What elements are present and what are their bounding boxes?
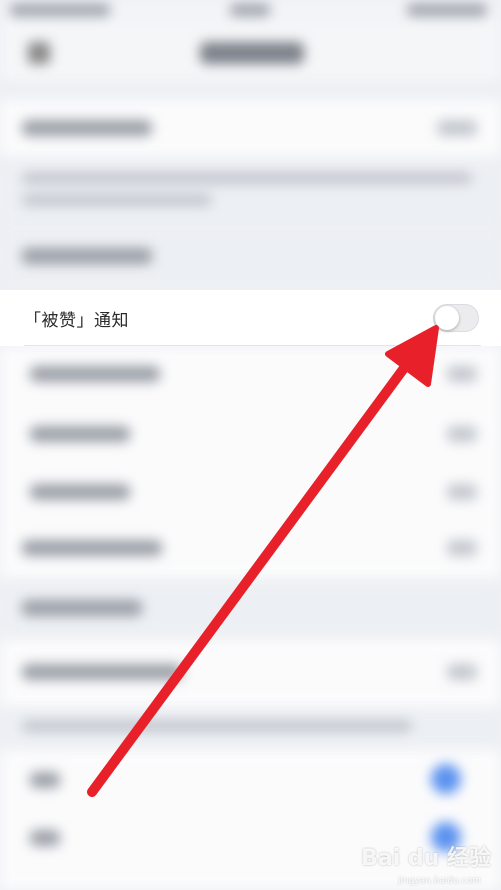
- settings-row-2[interactable]: [0, 346, 501, 406]
- settings-row-6[interactable]: [0, 640, 501, 706]
- row-divider: [24, 345, 481, 346]
- section-header-2: [0, 584, 501, 634]
- toggle-knob: [435, 306, 459, 330]
- nav-bar: [0, 24, 501, 80]
- liked-notification-label: 「被赞」通知: [24, 311, 129, 331]
- baidu-watermark-url: jingyan.baidu.com: [397, 876, 481, 886]
- back-icon[interactable]: [28, 42, 50, 64]
- status-center: [230, 4, 270, 16]
- settings-row-top[interactable]: [0, 100, 501, 156]
- settings-row-3[interactable]: [0, 406, 501, 464]
- status-left: [10, 4, 110, 16]
- baidu-watermark: Bai du 经验: [361, 846, 491, 871]
- nav-title: [200, 42, 304, 64]
- liked-notification-row[interactable]: 「被赞」通知: [0, 290, 501, 346]
- settings-hint-2: [0, 710, 501, 746]
- blurred-background: [0, 0, 501, 890]
- settings-row-7[interactable]: [0, 750, 501, 810]
- status-bar: [0, 0, 501, 24]
- liked-notification-toggle[interactable]: [433, 304, 479, 332]
- section-header: [0, 232, 501, 282]
- settings-row-5[interactable]: [0, 522, 501, 578]
- status-right: [407, 4, 487, 16]
- settings-row-4[interactable]: [0, 464, 501, 522]
- settings-hint: [0, 160, 501, 224]
